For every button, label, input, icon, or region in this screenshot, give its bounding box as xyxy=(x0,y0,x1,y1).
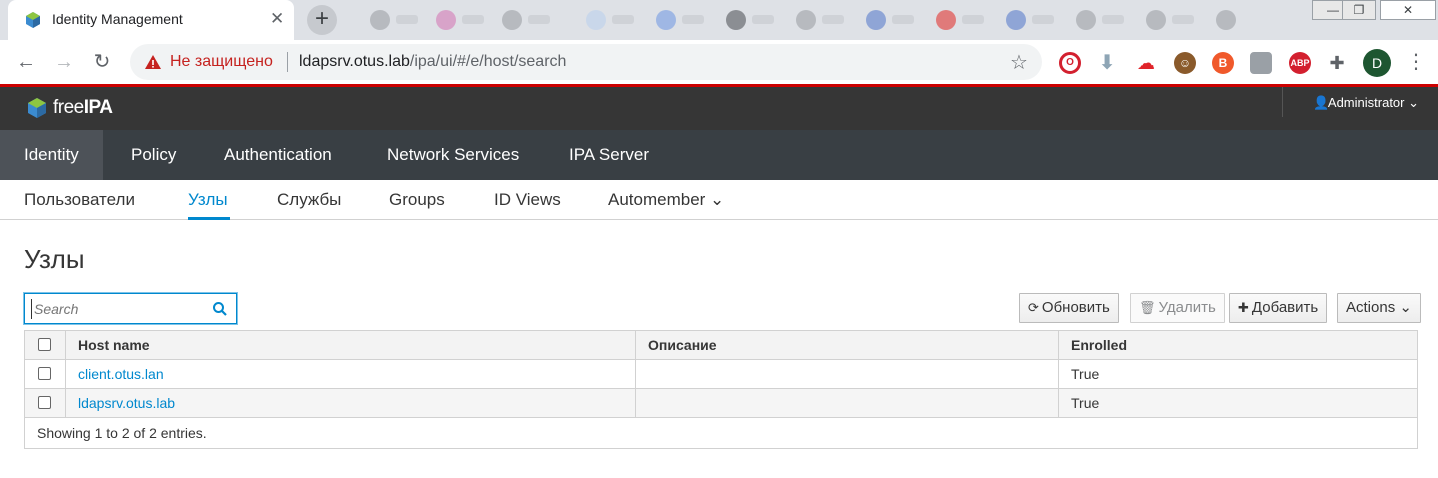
warning-icon[interactable] xyxy=(144,53,162,71)
search-box[interactable] xyxy=(24,293,237,324)
puzzle-icon[interactable]: ✚ xyxy=(1326,52,1348,74)
background-tab[interactable] xyxy=(652,8,712,32)
background-tab[interactable] xyxy=(1072,8,1132,32)
new-tab-button[interactable]: + xyxy=(307,5,337,35)
tab-title: Identity Management xyxy=(52,11,183,27)
brand-name: freeIPA xyxy=(53,97,113,118)
refresh-icon: ⟳ xyxy=(1028,300,1039,315)
download-icon[interactable]: ⬇ xyxy=(1096,52,1118,74)
search-input[interactable] xyxy=(31,299,206,319)
refresh-button[interactable]: ⟳ Обновить xyxy=(1019,293,1119,323)
primary-nav: Identity Policy Authentication Network S… xyxy=(0,130,1438,180)
host-enrolled: True xyxy=(1071,395,1100,411)
brave-icon[interactable]: B xyxy=(1212,52,1234,74)
delete-label: Удалить xyxy=(1158,299,1216,316)
forward-icon[interactable]: → xyxy=(52,50,76,74)
tab-automember[interactable]: Automember ⌄ xyxy=(608,190,724,210)
freeipa-favicon-icon xyxy=(26,12,40,28)
insecure-label[interactable]: Не защищено xyxy=(170,53,273,71)
table-row: ldapsrv.otus.lab True xyxy=(25,389,1417,418)
background-tab[interactable] xyxy=(1212,8,1252,32)
chrome-menu-icon[interactable]: ⋮ xyxy=(1406,50,1426,74)
actions-label: Actions ⌄ xyxy=(1346,299,1412,316)
browser-tab[interactable]: Identity Management ✕ xyxy=(8,0,294,40)
table-row: client.otus.lan True xyxy=(25,360,1417,389)
background-tab[interactable] xyxy=(1142,8,1202,32)
host-link[interactable]: ldapsrv.otus.lab xyxy=(78,395,175,411)
tab-close-icon[interactable]: ✕ xyxy=(270,10,284,28)
refresh-label: Обновить xyxy=(1041,299,1110,316)
back-icon[interactable]: ← xyxy=(14,50,38,74)
url-text[interactable]: ldapsrv.otus.lab/ipa/ui/#/e/host/search xyxy=(299,53,566,71)
masthead-divider xyxy=(1282,87,1283,117)
tab-services[interactable]: Службы xyxy=(277,190,341,210)
add-label: Добавить xyxy=(1251,299,1319,316)
plus-icon: ✚ xyxy=(1238,300,1249,315)
select-all-checkbox[interactable] xyxy=(38,338,51,351)
opera-icon[interactable]: O xyxy=(1059,52,1081,74)
background-tab[interactable] xyxy=(582,8,642,32)
url-host: ldapsrv.otus.lab xyxy=(299,53,410,70)
nav-identity[interactable]: Identity xyxy=(0,130,103,180)
column-header-enrolled[interactable]: Enrolled xyxy=(1071,331,1127,359)
host-enrolled: True xyxy=(1071,366,1100,382)
page-title: Узлы xyxy=(24,244,85,274)
actions-dropdown[interactable]: Actions ⌄ xyxy=(1337,293,1421,323)
table-header: Host name Описание Enrolled xyxy=(25,331,1417,360)
user-name: Administrator xyxy=(1327,95,1405,110)
masthead: freeIPA 👤 Administrator ⌄ xyxy=(0,87,1438,130)
background-tab[interactable] xyxy=(432,8,492,32)
row-checkbox[interactable] xyxy=(38,396,51,409)
background-tab[interactable] xyxy=(1002,8,1062,32)
address-bar[interactable]: Не защищено ldapsrv.otus.lab/ipa/ui/#/e/… xyxy=(130,44,1042,80)
search-icon[interactable] xyxy=(212,301,228,317)
background-tab[interactable] xyxy=(862,8,922,32)
table-summary: Showing 1 to 2 of 2 entries. xyxy=(37,425,207,441)
browser-toolbar: ← → ↻ Не защищено ldapsrv.otus.lab/ipa/u… xyxy=(0,40,1438,84)
nav-network-services[interactable]: Network Services xyxy=(363,130,543,180)
tab-users[interactable]: Пользователи xyxy=(24,190,135,210)
tab-hosts[interactable]: Узлы xyxy=(188,190,228,210)
background-tab[interactable] xyxy=(722,8,782,32)
background-tab[interactable] xyxy=(498,8,558,32)
row-checkbox[interactable] xyxy=(38,367,51,380)
secondary-nav: Пользователи Узлы Службы Groups ID Views… xyxy=(0,180,1438,220)
hosts-table: Host name Описание Enrolled client.otus.… xyxy=(24,330,1418,449)
background-tab[interactable] xyxy=(792,8,852,32)
close-window-icon[interactable]: ✕ xyxy=(1380,0,1436,20)
add-button[interactable]: ✚ Добавить xyxy=(1229,293,1328,323)
column-header-host-name[interactable]: Host name xyxy=(78,331,150,359)
maximize-window-icon[interactable]: ❐ xyxy=(1342,0,1376,20)
freeipa-logo-icon xyxy=(28,98,46,118)
nav-ipa-server[interactable]: IPA Server xyxy=(545,130,673,180)
trash-icon: 🗑 xyxy=(1139,300,1156,315)
background-tab[interactable] xyxy=(366,8,426,32)
nav-policy[interactable]: Policy xyxy=(107,130,200,180)
avatar-icon[interactable]: ☺ xyxy=(1174,52,1196,74)
cloud-icon[interactable]: ☁ xyxy=(1135,52,1157,74)
active-tab-indicator xyxy=(188,217,230,220)
user-menu[interactable]: 👤 Administrator ⌄ xyxy=(1313,95,1419,111)
reload-icon[interactable]: ↻ xyxy=(90,50,114,74)
host-link[interactable]: client.otus.lan xyxy=(78,366,164,382)
background-tab[interactable] xyxy=(932,8,992,32)
url-path: /ipa/ui/#/e/host/search xyxy=(409,53,567,70)
abp-icon[interactable]: ABP xyxy=(1289,52,1311,74)
hat-icon[interactable] xyxy=(1250,52,1272,74)
omnibox-divider xyxy=(287,52,288,72)
browser-tab-strip: Identity Management ✕ + — ❐ ✕ xyxy=(0,0,1438,40)
tab-groups[interactable]: Groups xyxy=(389,190,445,210)
nav-authentication[interactable]: Authentication xyxy=(200,130,356,180)
tab-id-views[interactable]: ID Views xyxy=(494,190,561,210)
delete-button[interactable]: 🗑 Удалить xyxy=(1130,293,1225,323)
column-header-description[interactable]: Описание xyxy=(648,331,717,359)
chevron-down-icon: ⌄ xyxy=(1408,95,1420,110)
user-icon: 👤 xyxy=(1313,95,1330,110)
bookmark-star-icon[interactable]: ☆ xyxy=(1010,50,1028,75)
profile-avatar[interactable]: D xyxy=(1363,49,1391,77)
